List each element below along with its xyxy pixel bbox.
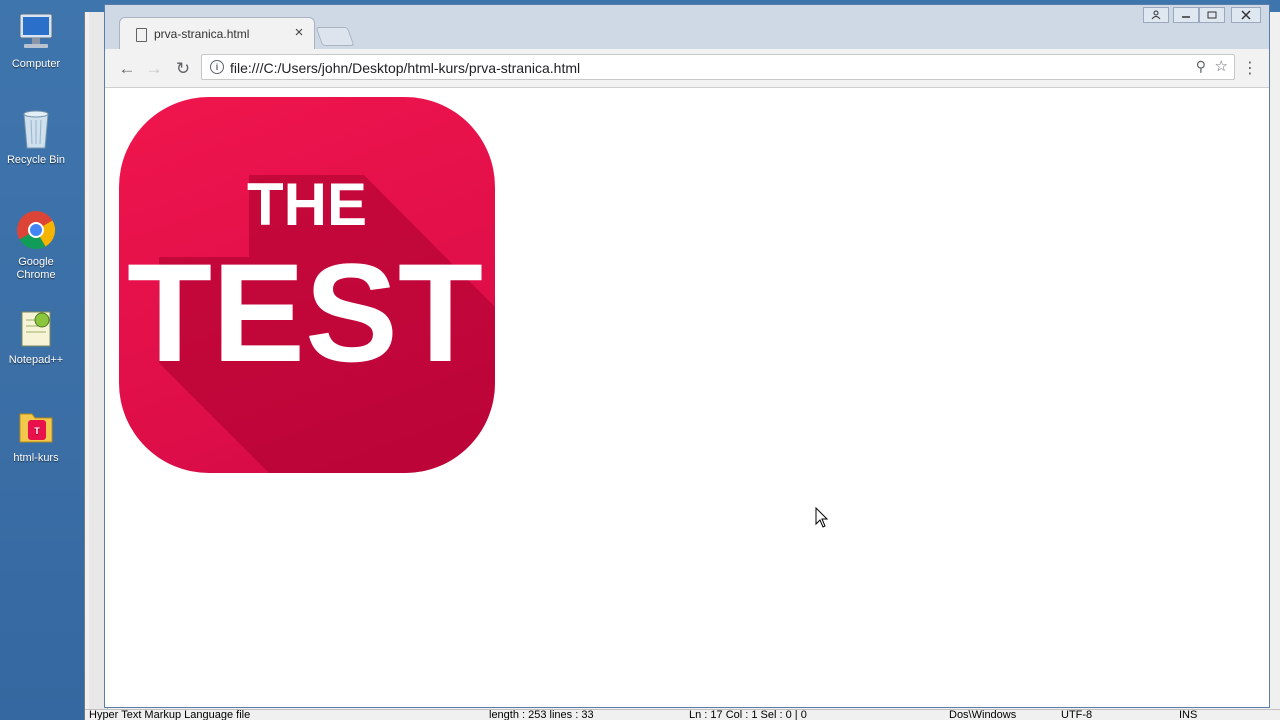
desktop-icon-label: Recycle Bin (6, 154, 66, 166)
document-icon (136, 28, 147, 42)
status-encoding: UTF-8 (1061, 709, 1093, 720)
minimize-button[interactable] (1173, 7, 1199, 23)
tab-prva-stranica[interactable]: prva-stranica.html × (119, 17, 315, 49)
notepadpp-icon (14, 306, 58, 350)
restore-icon (1207, 11, 1217, 19)
chrome-icon (14, 208, 58, 252)
desktop-icon-label: Computer (11, 58, 61, 70)
desktop-icon-label: Notepad++ (8, 354, 64, 366)
logo-graphic: THE TEST (127, 171, 495, 473)
desktop-icon-computer[interactable]: Computer (4, 10, 68, 71)
url-text[interactable]: file:///C:/Users/john/Desktop/html-kurs/… (230, 60, 580, 76)
forward-button[interactable]: → (142, 57, 166, 81)
svg-text:T: T (34, 426, 40, 436)
desktop-icon-html-kurs[interactable]: T html-kurs (4, 404, 68, 465)
the-test-logo: THE TEST (119, 97, 495, 473)
desktop-icon-label: Google Chrome (16, 256, 56, 281)
desktop-icon-chrome[interactable]: Google Chrome (4, 208, 68, 282)
bookmark-star-icon[interactable]: ☆ (1215, 57, 1228, 75)
back-button[interactable]: ← (115, 57, 139, 81)
new-tab-button[interactable] (315, 27, 355, 46)
mouse-cursor-icon (815, 506, 829, 534)
close-window-button[interactable] (1231, 7, 1261, 23)
chrome-window: prva-stranica.html × ← → ↻ i file:///C:/… (104, 4, 1270, 708)
desktop-icon-label: html-kurs (13, 452, 59, 464)
reload-button[interactable]: ↻ (171, 57, 195, 81)
address-bar[interactable]: i file:///C:/Users/john/Desktop/html-kur… (201, 54, 1235, 80)
folder-icon: T (14, 404, 58, 448)
title-bar: prva-stranica.html × (105, 5, 1269, 49)
logo-line-1: THE (247, 171, 367, 238)
recycle-bin-icon (14, 106, 58, 150)
notepadpp-status-bar: Hyper Text Markup Language file length :… (85, 709, 1280, 720)
status-position: Ln : 17 Col : 1 Sel : 0 | 0 (689, 709, 807, 720)
person-icon (1151, 10, 1161, 20)
tab-title: prva-stranica.html (154, 27, 250, 41)
info-icon[interactable]: i (210, 60, 224, 74)
tab-close-button[interactable]: × (290, 24, 308, 42)
profile-button[interactable] (1143, 7, 1169, 23)
browser-toolbar: ← → ↻ i file:///C:/Users/john/Desktop/ht… (105, 49, 1269, 88)
page-viewport: THE TEST (105, 88, 1269, 707)
desktop-icon-recycle-bin[interactable]: Recycle Bin (4, 106, 68, 167)
desktop-icon-notepadpp[interactable]: Notepad++ (4, 306, 68, 367)
status-mode: INS (1179, 709, 1198, 720)
computer-icon (14, 10, 58, 54)
restore-button[interactable] (1199, 7, 1225, 23)
zoom-icon[interactable]: ⚲ (1196, 58, 1206, 75)
close-icon (1241, 10, 1251, 20)
logo-line-2: TEST (127, 234, 483, 391)
chrome-menu-button[interactable]: ⋮ (1241, 57, 1259, 81)
minimize-icon (1182, 16, 1190, 18)
status-length: length : 253 lines : 33 (489, 709, 594, 720)
status-file-type: Hyper Text Markup Language file (89, 709, 251, 720)
status-eol: Dos\Windows (949, 709, 1017, 720)
